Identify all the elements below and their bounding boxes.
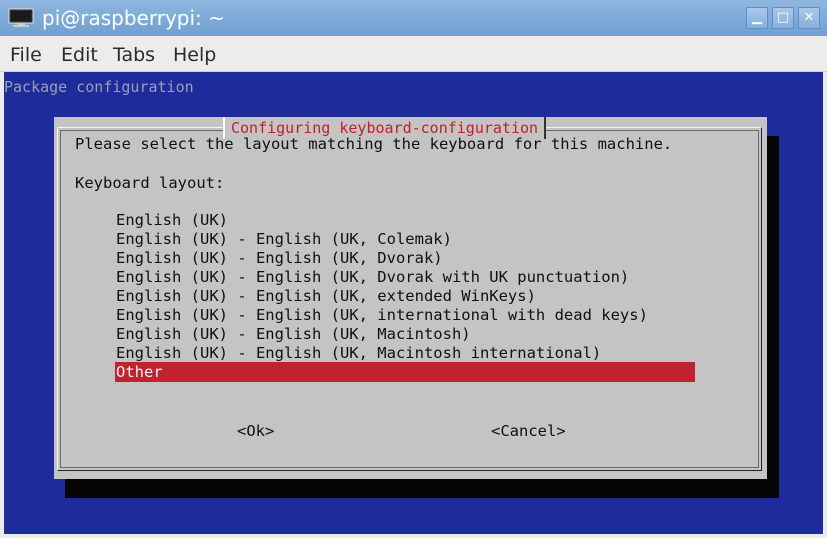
menu-file[interactable]: File: [10, 44, 42, 66]
close-icon: ✕: [803, 10, 815, 25]
keyboard-layout-label: Keyboard layout:: [75, 174, 225, 192]
window-title: pi@raspberrypi: ~: [42, 6, 225, 30]
layout-option[interactable]: English (UK) - English (UK, internationa…: [116, 305, 648, 325]
layout-option[interactable]: English (UK) - English (UK, Colemak): [116, 229, 452, 249]
cancel-button[interactable]: <Cancel>: [491, 421, 566, 441]
layout-option[interactable]: English (UK) - English (UK, Dvorak with …: [116, 267, 629, 287]
minimize-icon: ▁: [752, 10, 762, 25]
maximize-icon: □: [776, 10, 790, 25]
ok-button[interactable]: <Ok>: [237, 421, 274, 441]
config-dialog: Configuring keyboard-configuration Pleas…: [54, 117, 767, 479]
menu-tabs[interactable]: Tabs: [113, 44, 155, 66]
layout-option[interactable]: English (UK) - English (UK, Macintosh in…: [116, 343, 601, 363]
layout-option[interactable]: English (UK) - English (UK, Macintosh): [116, 324, 471, 344]
layout-option[interactable]: English (UK) - English (UK, extended Win…: [116, 286, 536, 306]
dialog-prompt: Please select the layout matching the ke…: [75, 135, 673, 153]
menu-help[interactable]: Help: [173, 44, 216, 66]
maximize-button[interactable]: □: [772, 7, 794, 29]
minimize-button[interactable]: ▁: [746, 7, 768, 29]
terminal-window: pi@raspberrypi: ~ ▁ □ ✕ File Edit Tabs H…: [0, 0, 827, 538]
layout-option[interactable]: English (UK): [116, 210, 228, 230]
selected-option-label: Other: [116, 363, 163, 381]
terminal-icon: [8, 8, 34, 28]
close-button[interactable]: ✕: [798, 7, 820, 29]
menu-edit[interactable]: Edit: [61, 44, 98, 66]
title-bar[interactable]: pi@raspberrypi: ~ ▁ □ ✕: [0, 0, 827, 36]
layout-option-selected[interactable]: Other: [115, 362, 695, 382]
terminal-area[interactable]: Package configuration Configuring keyboa…: [4, 72, 823, 534]
package-configuration-header: Package configuration: [4, 78, 194, 96]
layout-option[interactable]: English (UK) - English (UK, Dvorak): [116, 248, 443, 268]
menu-bar: File Edit Tabs Help: [0, 36, 827, 72]
